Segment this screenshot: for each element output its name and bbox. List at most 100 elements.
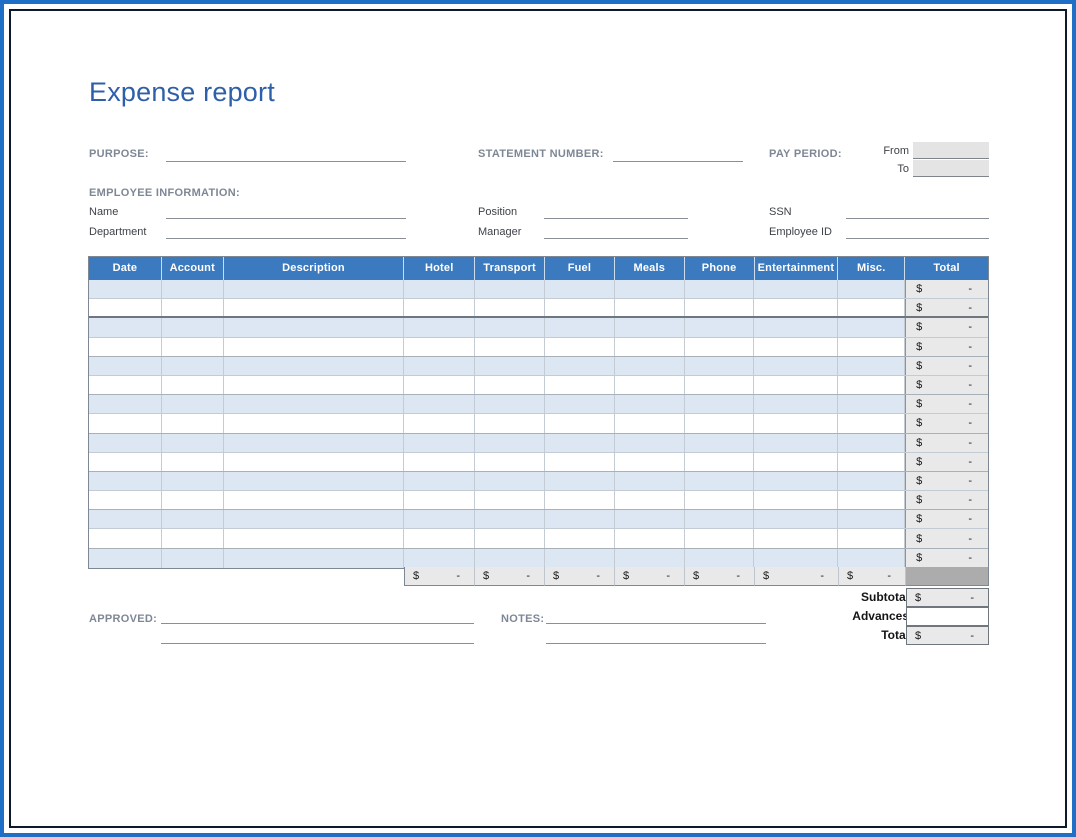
expense-cell-phone[interactable] [685, 414, 755, 432]
expense-cell-meals[interactable] [615, 318, 685, 336]
expense-cell-hotel[interactable] [404, 549, 475, 568]
notes-line-1[interactable] [546, 609, 766, 624]
expense-cell-description[interactable] [224, 338, 405, 356]
expense-cell-account[interactable] [162, 434, 224, 452]
expense-cell-date[interactable] [89, 299, 162, 316]
expense-cell-date[interactable] [89, 357, 162, 375]
expense-cell-fuel[interactable] [545, 318, 615, 336]
expense-cell-transport[interactable] [475, 453, 545, 471]
expense-cell-account[interactable] [162, 376, 224, 394]
expense-cell-account[interactable] [162, 299, 224, 316]
expense-cell-fuel[interactable] [545, 414, 615, 432]
expense-cell-entertainment[interactable] [754, 491, 838, 509]
expense-cell-entertainment[interactable] [754, 280, 838, 298]
expense-cell-transport[interactable] [475, 395, 545, 413]
expense-cell-date[interactable] [89, 376, 162, 394]
expense-cell-date[interactable] [89, 549, 162, 568]
expense-cell-phone[interactable] [685, 453, 755, 471]
expense-cell-description[interactable] [224, 510, 405, 528]
expense-cell-account[interactable] [162, 491, 224, 509]
expense-cell-description[interactable] [224, 434, 405, 452]
expense-cell-description[interactable] [224, 549, 405, 568]
expense-cell-hotel[interactable] [404, 434, 475, 452]
expense-cell-fuel[interactable] [545, 357, 615, 375]
expense-cell-fuel[interactable] [545, 529, 615, 547]
expense-cell-hotel[interactable] [404, 510, 475, 528]
statement-number-input[interactable] [613, 147, 743, 162]
expense-cell-hotel[interactable] [404, 491, 475, 509]
expense-cell-date[interactable] [89, 318, 162, 336]
position-input[interactable] [544, 204, 688, 219]
expense-cell-entertainment[interactable] [754, 357, 838, 375]
expense-cell-misc[interactable] [838, 549, 905, 568]
ssn-input[interactable] [846, 204, 989, 219]
expense-cell-account[interactable] [162, 510, 224, 528]
expense-cell-hotel[interactable] [404, 318, 475, 336]
expense-cell-description[interactable] [224, 395, 405, 413]
expense-cell-hotel[interactable] [404, 280, 475, 298]
expense-cell-phone[interactable] [685, 280, 755, 298]
expense-cell-transport[interactable] [475, 491, 545, 509]
expense-cell-fuel[interactable] [545, 434, 615, 452]
expense-cell-misc[interactable] [838, 472, 905, 490]
expense-cell-description[interactable] [224, 299, 405, 316]
expense-cell-misc[interactable] [838, 414, 905, 432]
expense-cell-misc[interactable] [838, 280, 905, 298]
expense-cell-misc[interactable] [838, 338, 905, 356]
expense-cell-transport[interactable] [475, 434, 545, 452]
pay-period-from-input[interactable] [913, 142, 989, 159]
expense-cell-entertainment[interactable] [754, 472, 838, 490]
expense-cell-meals[interactable] [615, 338, 685, 356]
expense-cell-account[interactable] [162, 414, 224, 432]
manager-input[interactable] [544, 224, 688, 239]
expense-cell-transport[interactable] [475, 529, 545, 547]
expense-cell-date[interactable] [89, 453, 162, 471]
expense-cell-phone[interactable] [685, 434, 755, 452]
expense-cell-account[interactable] [162, 318, 224, 336]
expense-cell-entertainment[interactable] [754, 299, 838, 316]
expense-cell-meals[interactable] [615, 510, 685, 528]
expense-cell-date[interactable] [89, 434, 162, 452]
expense-cell-account[interactable] [162, 280, 224, 298]
expense-cell-meals[interactable] [615, 395, 685, 413]
expense-cell-account[interactable] [162, 357, 224, 375]
expense-cell-hotel[interactable] [404, 414, 475, 432]
expense-cell-transport[interactable] [475, 338, 545, 356]
expense-cell-phone[interactable] [685, 510, 755, 528]
expense-cell-misc[interactable] [838, 395, 905, 413]
expense-cell-phone[interactable] [685, 395, 755, 413]
advances-input-cell[interactable] [906, 607, 989, 626]
expense-cell-description[interactable] [224, 472, 405, 490]
expense-cell-misc[interactable] [838, 299, 905, 316]
expense-cell-transport[interactable] [475, 472, 545, 490]
expense-cell-description[interactable] [224, 280, 405, 298]
department-input[interactable] [166, 224, 406, 239]
expense-cell-phone[interactable] [685, 318, 755, 336]
expense-cell-transport[interactable] [475, 549, 545, 568]
expense-cell-misc[interactable] [838, 510, 905, 528]
expense-cell-transport[interactable] [475, 280, 545, 298]
expense-cell-transport[interactable] [475, 357, 545, 375]
expense-cell-date[interactable] [89, 510, 162, 528]
expense-cell-description[interactable] [224, 529, 405, 547]
expense-cell-fuel[interactable] [545, 376, 615, 394]
expense-cell-meals[interactable] [615, 434, 685, 452]
expense-cell-phone[interactable] [685, 357, 755, 375]
approved-signature-line-2[interactable] [161, 629, 474, 644]
expense-cell-phone[interactable] [685, 472, 755, 490]
expense-cell-misc[interactable] [838, 529, 905, 547]
expense-cell-fuel[interactable] [545, 299, 615, 316]
expense-cell-misc[interactable] [838, 357, 905, 375]
expense-cell-entertainment[interactable] [754, 376, 838, 394]
expense-cell-meals[interactable] [615, 453, 685, 471]
expense-cell-meals[interactable] [615, 376, 685, 394]
expense-cell-meals[interactable] [615, 280, 685, 298]
expense-cell-description[interactable] [224, 318, 405, 336]
expense-cell-fuel[interactable] [545, 338, 615, 356]
expense-cell-entertainment[interactable] [754, 395, 838, 413]
expense-cell-description[interactable] [224, 357, 405, 375]
expense-cell-date[interactable] [89, 414, 162, 432]
expense-cell-transport[interactable] [475, 376, 545, 394]
expense-cell-transport[interactable] [475, 299, 545, 316]
expense-cell-hotel[interactable] [404, 472, 475, 490]
